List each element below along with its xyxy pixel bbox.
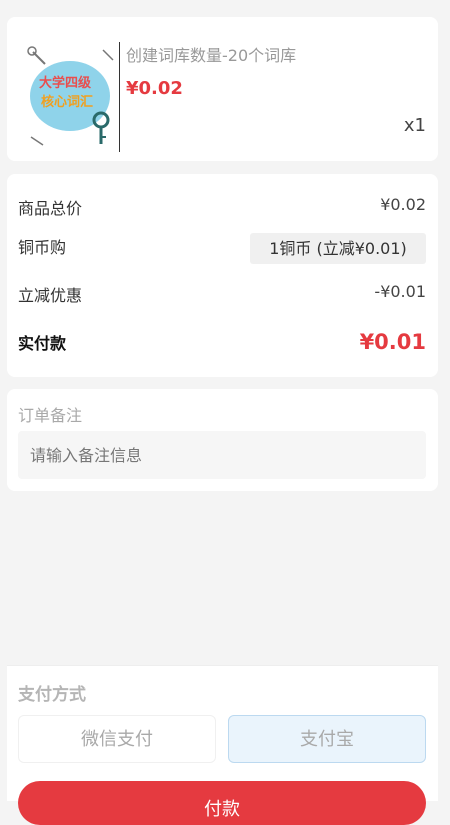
total-price-value: ¥0.02 bbox=[380, 195, 426, 214]
discount-label: 立减优惠 bbox=[18, 286, 83, 305]
pay-button[interactable]: 付款 bbox=[18, 781, 426, 825]
product-image-text-2: 核心词汇 bbox=[41, 94, 93, 110]
wechat-pay-option[interactable]: 微信支付 bbox=[18, 715, 216, 763]
order-remark-card: 订单备注 bbox=[7, 389, 438, 491]
payment-method-title: 支付方式 bbox=[18, 685, 86, 705]
product-name: 创建词库数量-20个词库 bbox=[126, 46, 297, 65]
alipay-option[interactable]: 支付宝 bbox=[228, 715, 426, 763]
payment-panel: 支付方式 微信支付 支付宝 付款 bbox=[7, 665, 438, 825]
product-price: ¥0.02 bbox=[126, 78, 183, 99]
discount-value: -¥0.01 bbox=[374, 282, 426, 301]
remark-input[interactable] bbox=[18, 431, 426, 479]
coin-selector[interactable]: 1铜币 (立减¥0.01) bbox=[250, 233, 426, 264]
pay-amount-value: ¥0.01 bbox=[359, 330, 426, 354]
product-quantity: x1 bbox=[403, 115, 426, 136]
remark-title: 订单备注 bbox=[18, 406, 83, 425]
product-card: 大学四级 核心词汇 创建词库数量-20个词库 ¥0.02 x1 bbox=[7, 17, 438, 161]
total-price-label: 商品总价 bbox=[18, 199, 83, 218]
product-image-text-1: 大学四级 bbox=[39, 75, 92, 91]
order-summary-card: 商品总价 ¥0.02 铜币购 1铜币 (立减¥0.01) 立减优惠 -¥0.01… bbox=[7, 174, 438, 377]
coin-label: 铜币购 bbox=[18, 238, 67, 257]
pay-amount-label: 实付款 bbox=[18, 334, 67, 353]
product-image: 大学四级 核心词汇 bbox=[23, 42, 120, 152]
